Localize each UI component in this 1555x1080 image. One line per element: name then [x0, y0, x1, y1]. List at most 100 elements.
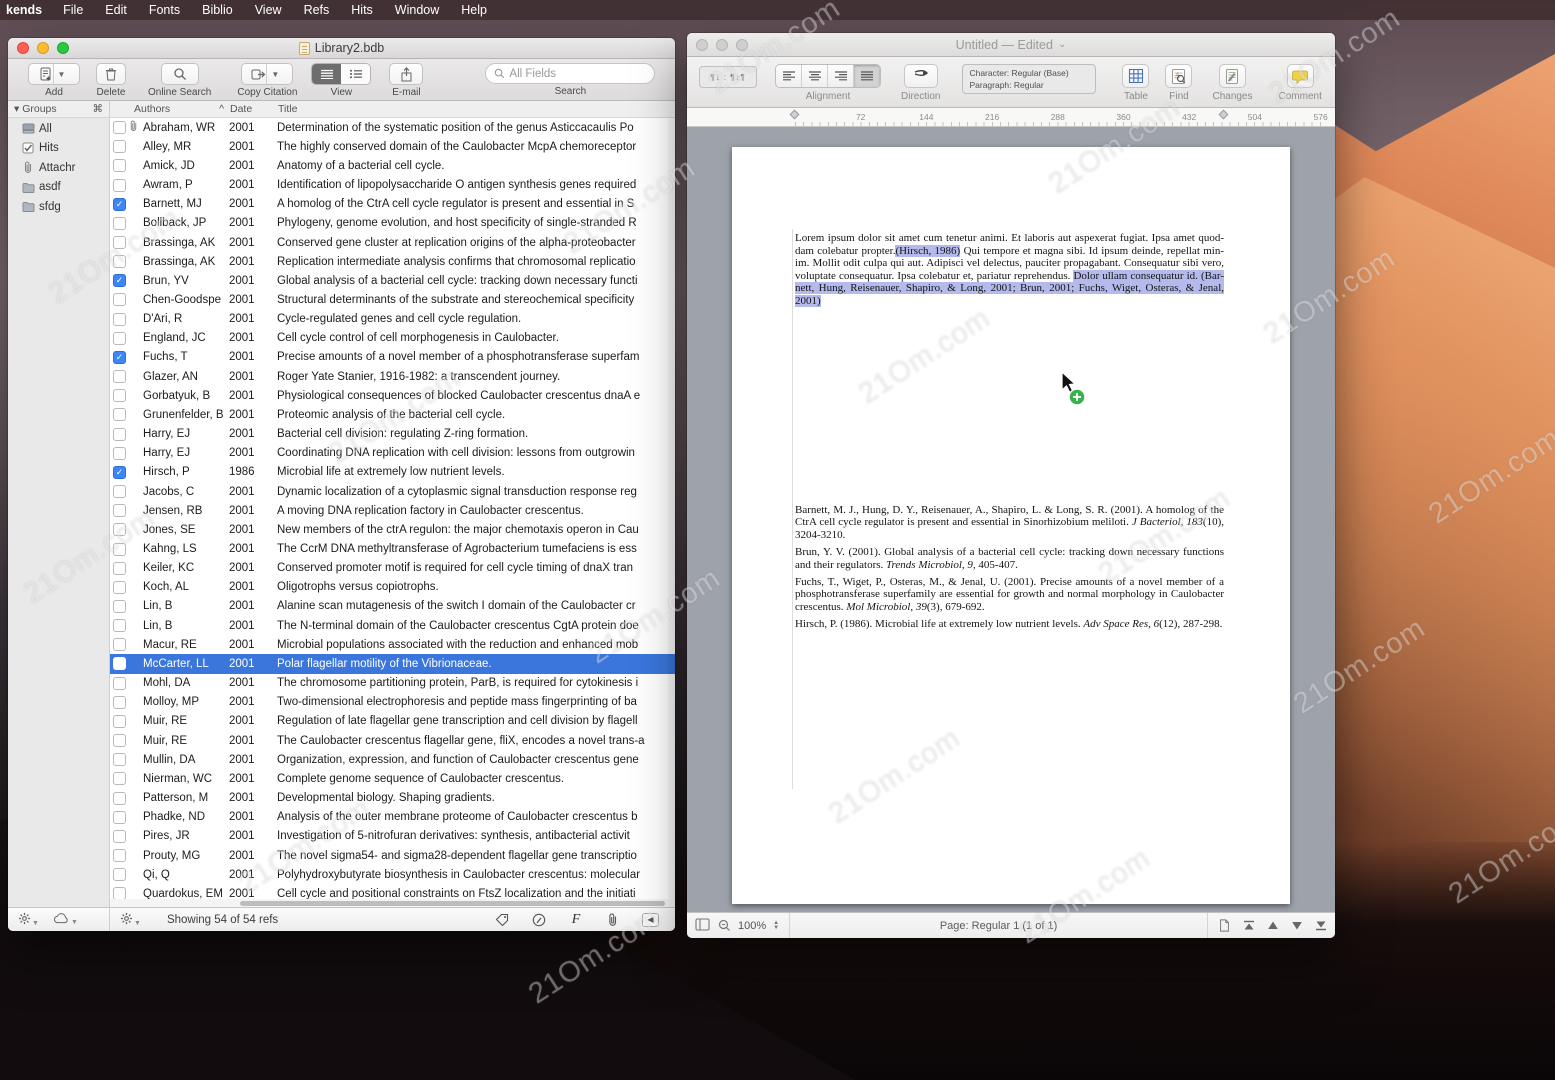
list-style-control[interactable]: ¶↓ : ¶↓¶: [699, 64, 757, 88]
align-center-button[interactable]: [802, 65, 828, 87]
table-row[interactable]: Jacobs, C 2001 Dynamic localization of a c…: [110, 482, 675, 501]
groups-header[interactable]: ▾ Groups ⌘: [8, 101, 109, 118]
ref-checkbox[interactable]: [113, 293, 126, 307]
table-row[interactable]: Jones, SE 2001 New members of the ctrA reg…: [110, 520, 675, 539]
table-row[interactable]: Chen-Goodspe 2001 Structural determinants …: [110, 290, 675, 309]
ref-checkbox[interactable]: [113, 772, 126, 786]
ref-checkbox[interactable]: [113, 580, 126, 594]
go-last-page-icon[interactable]: [1315, 920, 1327, 931]
table-row[interactable]: Lin, B 2001 Alanine scan mutagenesis of th…: [110, 597, 675, 616]
ref-checkbox[interactable]: [113, 216, 126, 230]
add-button[interactable]: ▼ Add: [28, 63, 80, 98]
table-row[interactable]: D'Ari, R 2001 Cycle-regulated genes and ce…: [110, 310, 675, 329]
table-row[interactable]: Harry, EJ 2001 Bacterial cell division: re…: [110, 425, 675, 444]
table-row[interactable]: Phadke, ND 2001 Analysis of the outer memb…: [110, 808, 675, 827]
ref-checkbox[interactable]: [113, 657, 126, 671]
ref-checkbox[interactable]: ✓: [113, 465, 126, 479]
summary-view-button[interactable]: [341, 64, 371, 84]
sidebar-group-attachr[interactable]: Attachr: [8, 158, 109, 178]
table-row[interactable]: Glazer, AN 2001 Roger Yate Stanier, 1916-1…: [110, 367, 675, 386]
ref-checkbox[interactable]: [113, 810, 126, 824]
close-button[interactable]: [696, 38, 708, 51]
table-row[interactable]: ✓ Brun, YV 2001 Global analysis of a bacter…: [110, 271, 675, 290]
ref-checkbox[interactable]: [113, 561, 126, 575]
direction-button[interactable]: [903, 64, 938, 88]
ref-checkbox[interactable]: [113, 140, 126, 154]
table-row[interactable]: Nierman, WC 2001 Complete genome sequence …: [110, 769, 675, 788]
ref-checkbox[interactable]: [113, 427, 126, 441]
ref-checkbox[interactable]: [113, 791, 126, 805]
menu-item-hits[interactable]: Hits: [340, 3, 384, 17]
ref-checkbox[interactable]: [113, 236, 126, 250]
ref-checkbox[interactable]: [113, 255, 126, 269]
ref-checkbox[interactable]: [113, 408, 126, 422]
vertical-scrollbar[interactable]: [668, 118, 675, 899]
table-row[interactable]: Brassinga, AK 2001 Conserved gene cluster …: [110, 233, 675, 252]
document-page[interactable]: Lorem ipsum dolor sit amet cum tenetur a…: [732, 147, 1290, 904]
table-row[interactable]: ✓ Barnett, MJ 2001 A homolog of the CtrA ce…: [110, 195, 675, 214]
table-row[interactable]: Qi, Q 2001 Polyhydroxybutyrate biosynthesi…: [110, 865, 675, 884]
sidebar-group-sfdg[interactable]: sfdg: [8, 197, 109, 217]
left-margin-marker[interactable]: [789, 109, 800, 120]
menu-item-edit[interactable]: Edit: [94, 3, 138, 17]
writer-titlebar[interactable]: Untitled — Edited ⌄: [687, 33, 1335, 57]
horizontal-scrollbar-thumb[interactable]: [240, 900, 665, 906]
add-menu-chevron[interactable]: ▼: [52, 64, 70, 84]
ref-checkbox[interactable]: [113, 331, 126, 345]
list-action-button[interactable]: ▼: [120, 912, 141, 928]
table-row[interactable]: Alley, MR 2001 The highly conserved domain…: [110, 137, 675, 156]
document-paragraph[interactable]: Lorem ipsum dolor sit amet cum tenetur a…: [795, 232, 1224, 308]
table-row[interactable]: Amick, JD 2001 Anatomy of a bacterial cell…: [110, 156, 675, 175]
ref-checkbox[interactable]: [113, 159, 126, 173]
table-row[interactable]: Prouty, MG 2001 The novel sigma54- and sig…: [110, 846, 675, 865]
ref-checkbox[interactable]: [113, 734, 126, 748]
table-row[interactable]: Brassinga, AK 2001 Replication intermediat…: [110, 252, 675, 271]
horizontal-scrollbar[interactable]: [110, 899, 675, 907]
align-left-button[interactable]: [776, 65, 802, 87]
ruler[interactable]: 72 144 216 288 360 432 504 576: [687, 108, 1335, 127]
sidebar-toggle-icon[interactable]: [695, 917, 710, 934]
date-column-header[interactable]: Date: [230, 103, 278, 115]
table-row[interactable]: Macur, RE 2001 Microbial populations assoc…: [110, 635, 675, 654]
format-button[interactable]: F: [568, 912, 584, 928]
ref-checkbox[interactable]: [113, 523, 126, 537]
edit-button[interactable]: [531, 913, 547, 927]
table-row[interactable]: ✓ Hirsch, P 1986 Microbial life at extremel…: [110, 463, 675, 482]
table-row[interactable]: England, JC 2001 Cell cycle control of cel…: [110, 329, 675, 348]
style-indicator[interactable]: Character: Regular (Base) Paragraph: Reg…: [962, 64, 1097, 94]
attachments-button[interactable]: [605, 913, 621, 927]
table-row[interactable]: ✓ Fuchs, T 2001 Precise amounts of a novel …: [110, 348, 675, 367]
menu-item-help[interactable]: Help: [450, 3, 498, 17]
table-row[interactable]: Kahng, LS 2001 The CcrM DNA methyltransfer…: [110, 539, 675, 558]
table-row[interactable]: Abraham, WR 2001 Determination of the syst…: [110, 118, 675, 137]
delete-button[interactable]: Delete: [96, 63, 126, 98]
page-indicator[interactable]: Page: Regular 1 (1 of 1): [798, 920, 1199, 932]
menu-item-file[interactable]: File: [52, 3, 94, 17]
groups-action-button[interactable]: ▼: [18, 912, 39, 928]
ref-checkbox[interactable]: [113, 370, 126, 384]
ref-checkbox[interactable]: [113, 714, 126, 728]
list-view-button[interactable]: [312, 64, 342, 84]
copy-citation-button[interactable]: ▼ Copy Citation: [237, 63, 297, 98]
title-column-header[interactable]: Title: [278, 103, 669, 115]
table-row[interactable]: Gorbatyuk, B 2001 Physiological consequenc…: [110, 386, 675, 405]
table-row[interactable]: Quardokus, EM 2001 Cell cycle and position…: [110, 884, 675, 899]
ref-checkbox[interactable]: [113, 178, 126, 192]
page-icon[interactable]: [1218, 919, 1231, 932]
tag-button[interactable]: [494, 913, 510, 927]
ref-checkbox[interactable]: [113, 312, 126, 326]
sidebar-group-hits[interactable]: Hits: [8, 139, 109, 159]
right-margin-marker[interactable]: [1218, 109, 1229, 120]
minimize-button[interactable]: [716, 38, 728, 51]
table-row[interactable]: Molloy, MP 2001 Two-dimensional electropho…: [110, 693, 675, 712]
ref-checkbox[interactable]: [113, 829, 126, 843]
copy-citation-menu-chevron[interactable]: ▼: [266, 64, 283, 84]
table-row[interactable]: Grunenfelder, B 2001 Proteomic analysis of…: [110, 405, 675, 424]
table-row[interactable]: Pires, JR 2001 Investigation of 5-nitrofur…: [110, 827, 675, 846]
ref-checkbox[interactable]: [113, 389, 126, 403]
go-first-page-icon[interactable]: [1243, 920, 1255, 931]
ref-checkbox[interactable]: [113, 485, 126, 499]
table-row[interactable]: Keiler, KC 2001 Conserved promoter motif i…: [110, 559, 675, 578]
app-menu-name[interactable]: kends: [2, 3, 52, 17]
table-row[interactable]: McCarter, LL 2001 Polar flagellar motility…: [110, 654, 675, 674]
